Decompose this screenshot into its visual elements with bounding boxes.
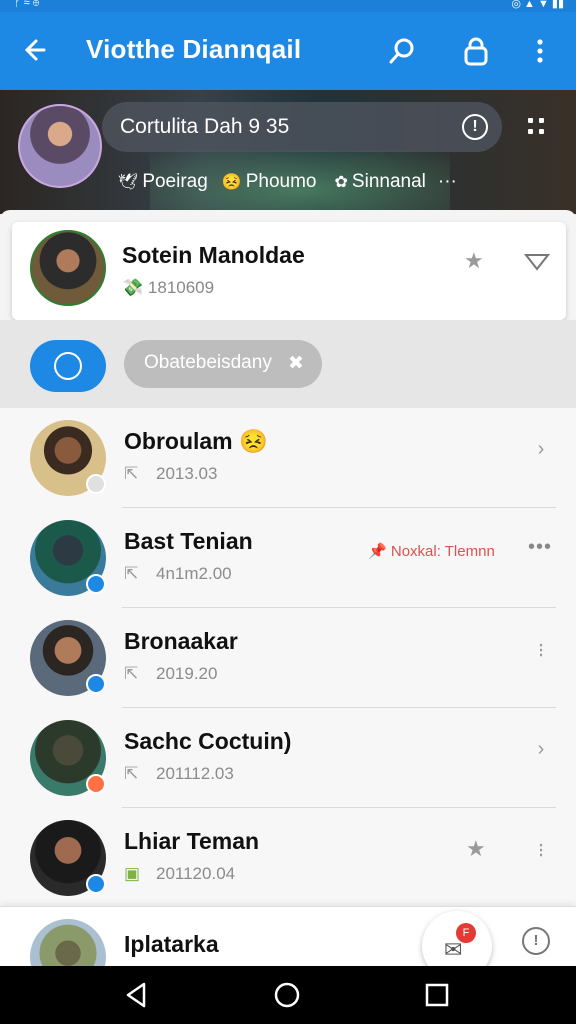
hero-chip-3[interactable]: Sinnanal (352, 171, 426, 193)
star-icon[interactable]: ★ (464, 248, 484, 274)
more-vert-icon[interactable] (522, 32, 558, 70)
list-item[interactable]: Obroulam 😣 ⇱ 2013.03 › (0, 408, 576, 508)
contact-name: Obroulam 😣 (124, 428, 268, 454)
nav-recents-icon[interactable] (422, 980, 452, 1010)
nav-home-icon[interactable] (272, 980, 302, 1010)
app-title: Viotthe Diannqail (86, 34, 302, 64)
more-horiz-icon[interactable]: ••• (528, 536, 552, 559)
grid-icon[interactable] (528, 118, 546, 136)
hero-status-text: Cortulita Dah 9 35 (120, 115, 290, 138)
gear-icon: ✿ (334, 174, 348, 191)
bottom-contact-card[interactable]: Iplatarka F ✉ ! (0, 906, 576, 995)
list-item[interactable]: Sachc Coctuin) ⇱ 201112.03 › (0, 708, 576, 808)
back-arrow-icon[interactable] (22, 30, 54, 70)
hero-more[interactable]: ··· (438, 171, 457, 193)
contact-meta: 2019.20 (156, 664, 218, 683)
info-icon[interactable]: ! (462, 114, 488, 140)
share-icon: ⇱ (124, 664, 139, 683)
status-icons-left: ᚠ ≈ ⊕ (14, 0, 40, 9)
status-icons-right: ◎ ▲ ▼ ▮▮ (511, 0, 564, 10)
share-icon: ⇱ (124, 764, 139, 783)
more-icon[interactable]: › (534, 438, 548, 461)
filter-row: Obatebeisdany ✖ (0, 320, 576, 408)
status-badge (86, 474, 106, 494)
contact-name: Bast Tenian (124, 528, 253, 554)
more-icon[interactable]: ⁝ (534, 838, 548, 863)
hero-chips: 🕊 Poeirag 😣 Phoumo ✿ Sinnanal ··· (118, 168, 457, 196)
pin-icon: 📌 (368, 543, 387, 560)
emoji-icon: 😣 (221, 174, 242, 191)
dropdown-triangle-icon[interactable] (523, 252, 551, 274)
list-item[interactable]: Bast Tenian ⇱ 4n1m2.00 📌 Noxkal: Tlemnn … (0, 508, 576, 608)
nav-back-icon[interactable] (122, 980, 152, 1010)
contact-name: Sotein Manoldae (122, 242, 305, 268)
avatar (30, 230, 106, 306)
contact-meta-value: 1810609 (147, 278, 215, 297)
contact-meta: 201120.04 (156, 864, 236, 883)
close-icon[interactable]: ✖ (288, 352, 304, 375)
more-icon[interactable]: › (534, 738, 548, 761)
contact-name: Iplatarka (124, 931, 219, 957)
money-icon: 💸 (122, 278, 144, 297)
more-icon[interactable]: ⁝ (534, 638, 548, 663)
contact-meta: 4n1m2.00 (156, 564, 232, 583)
hero-avatar[interactable] (18, 104, 102, 188)
info-icon[interactable]: ! (522, 927, 550, 955)
share-icon: ⇱ (124, 464, 139, 483)
search-icon[interactable] (384, 32, 420, 70)
app-bar: Viotthe Diannqail (0, 12, 576, 90)
share-icon: ⇱ (124, 564, 139, 583)
status-badge (86, 674, 106, 694)
face-icon (54, 352, 82, 380)
status-badge (86, 874, 106, 894)
contact-name: Lhiar Teman (124, 828, 260, 854)
emoji-icon: 😣 (239, 428, 268, 454)
screen: ᚠ ≈ ⊕ ◎ ▲ ▼ ▮▮ Viotthe Diannqail Cortuli… (0, 0, 576, 1024)
contact-name: Bronaakar (124, 628, 238, 654)
status-badge (86, 574, 106, 594)
filter-chip-label: Obatebeisdany (144, 352, 272, 373)
emoji-filter-button[interactable] (30, 340, 106, 392)
contact-meta: 2013.03 (156, 464, 218, 483)
contact-meta: 💸 1810609 (122, 278, 214, 298)
star-icon[interactable]: ★ (466, 836, 486, 862)
list-item[interactable]: Lhiar Teman ▣ 201120.04 ★ ⁝ (0, 808, 576, 908)
hero-status-pill[interactable]: Cortulita Dah 9 35 ! (102, 102, 502, 152)
system-nav-bar (0, 966, 576, 1024)
pinned-contact-card[interactable]: Sotein Manoldae 💸 1810609 ★ (12, 222, 566, 320)
contact-meta: 201112.03 (156, 764, 234, 783)
money-icon: ▣ (124, 864, 141, 883)
status-badge (86, 774, 106, 794)
filter-chip[interactable]: Obatebeisdany ✖ (124, 340, 322, 388)
contact-name: Sachc Coctuin) (124, 728, 292, 754)
bird-icon: 🕊 (118, 174, 139, 191)
lock-icon[interactable] (458, 32, 494, 70)
hero-banner: Cortulita Dah 9 35 ! 🕊 Poeirag 😣 Phoumo … (0, 90, 576, 214)
status-bar: ᚠ ≈ ⊕ ◎ ▲ ▼ ▮▮ (0, 0, 576, 12)
list-item[interactable]: Bronaakar ⇱ 2019.20 ⁝ (0, 608, 576, 708)
hero-chip-2[interactable]: Phoumo (246, 171, 317, 193)
hero-chip-1[interactable]: Poeirag (142, 171, 208, 193)
contact-tag: 📌 Noxkal: Tlemnn (368, 543, 495, 560)
compose-icon: ✉ (444, 937, 463, 962)
